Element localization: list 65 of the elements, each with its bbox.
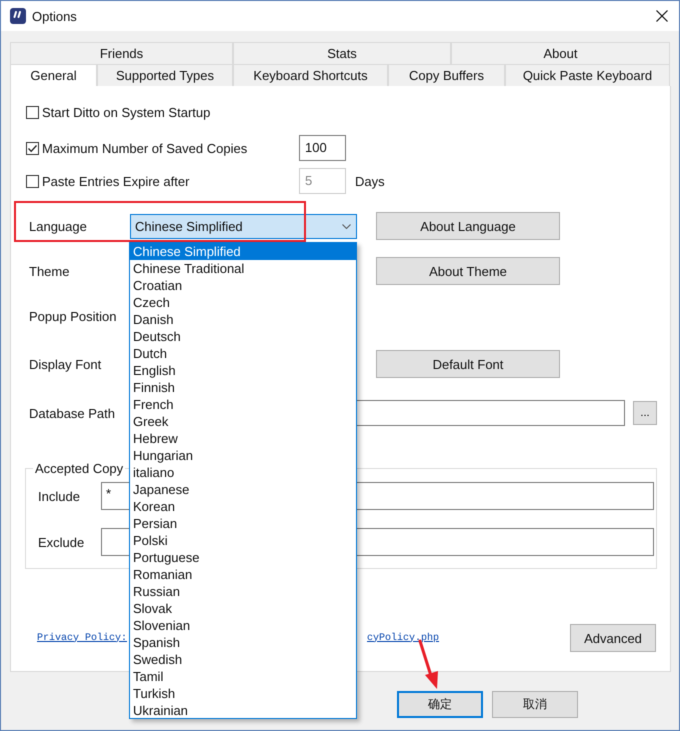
chevron-down-icon bbox=[342, 224, 351, 228]
unit-label: Days bbox=[355, 174, 385, 188]
dropdown-item[interactable]: Japanese bbox=[130, 481, 356, 498]
dropdown-item[interactable]: Croatian bbox=[130, 277, 356, 294]
setting-button[interactable]: About Theme bbox=[376, 257, 560, 285]
dropdown-item[interactable]: Chinese Simplified bbox=[130, 243, 356, 260]
dropdown-item[interactable]: Ukrainian bbox=[130, 702, 356, 719]
setting-button[interactable]: Default Font bbox=[376, 350, 560, 378]
tab[interactable]: Stats bbox=[233, 42, 451, 64]
dropdown-item[interactable]: Slovak bbox=[130, 600, 356, 617]
tab[interactable]: General bbox=[10, 64, 97, 86]
field-label: Exclude bbox=[38, 534, 86, 550]
privacy-link[interactable]: cyPolicy.php bbox=[367, 632, 440, 644]
dropdown-item[interactable]: Romanian bbox=[130, 566, 356, 583]
dropdown-item[interactable]: Dutch bbox=[130, 345, 356, 362]
checkbox[interactable] bbox=[26, 142, 39, 154]
dropdown-item[interactable]: Swedish bbox=[130, 651, 356, 668]
window-title: Options bbox=[32, 8, 78, 24]
cancel-button[interactable]: 取消 bbox=[492, 691, 578, 718]
setting-label: Theme bbox=[29, 264, 70, 278]
checkbox-label: Maximum Number of Saved Copies bbox=[42, 140, 248, 156]
dropdown-item[interactable]: Spanish bbox=[130, 634, 356, 651]
setting-label: Language bbox=[29, 218, 88, 234]
setting-label: Database Path bbox=[29, 406, 116, 420]
dropdown-item[interactable]: italiano bbox=[130, 464, 356, 481]
field-label: Include bbox=[38, 488, 81, 504]
combo-box[interactable]: Chinese Simplified bbox=[130, 214, 357, 238]
tab[interactable]: Friends bbox=[10, 42, 233, 64]
dropdown-item[interactable]: Finnish bbox=[130, 379, 356, 396]
dropdown-item[interactable]: Persian bbox=[130, 515, 356, 532]
dropdown-item[interactable]: Hungarian bbox=[130, 447, 356, 464]
setting-label: Display Font bbox=[29, 356, 102, 372]
dropdown-item[interactable]: Polski bbox=[130, 532, 356, 549]
dropdown-item[interactable]: Tamil bbox=[130, 668, 356, 685]
dropdown-item[interactable]: Russian bbox=[130, 583, 356, 600]
checkbox[interactable] bbox=[26, 106, 39, 119]
dropdown-item[interactable]: Greek bbox=[130, 413, 356, 430]
group-title: Accepted Copy bbox=[34, 461, 124, 476]
dropdown-item[interactable]: Hebrew bbox=[130, 430, 356, 447]
checkbox-label: Paste Entries Expire after bbox=[42, 174, 190, 188]
tab[interactable]: Quick Paste Keyboard bbox=[505, 64, 670, 86]
dropdown-item[interactable]: English bbox=[130, 362, 356, 379]
setting-label: Popup Position bbox=[29, 308, 118, 324]
tab[interactable]: Supported Types bbox=[97, 64, 233, 86]
setting-button[interactable]: About Language bbox=[376, 212, 560, 240]
dropdown-item[interactable]: Danish bbox=[130, 311, 356, 328]
privacy-link[interactable]: Privacy Policy: bbox=[37, 632, 128, 644]
dropdown-item[interactable]: Portuguese bbox=[130, 549, 356, 566]
tab[interactable]: Keyboard Shortcuts bbox=[233, 64, 388, 86]
number-field[interactable]: 100 bbox=[299, 135, 346, 161]
dropdown-item[interactable]: Turkish bbox=[130, 685, 356, 702]
dropdown-item[interactable]: Slovenian bbox=[130, 617, 356, 634]
browse-button[interactable]: ... bbox=[633, 401, 657, 425]
dropdown-item[interactable]: Chinese Traditional bbox=[130, 260, 356, 277]
tab[interactable]: About bbox=[451, 42, 670, 64]
tab[interactable]: Copy Buffers bbox=[388, 64, 505, 86]
ok-button[interactable]: 确定 bbox=[397, 691, 483, 718]
app-icon bbox=[10, 8, 26, 24]
dropdown-item[interactable]: Czech bbox=[130, 294, 356, 311]
advanced-button[interactable]: Advanced bbox=[570, 624, 656, 652]
dropdown-item[interactable]: French bbox=[130, 396, 356, 413]
dropdown-item[interactable]: Deutsch bbox=[130, 328, 356, 345]
close-icon[interactable] bbox=[656, 10, 668, 22]
checkbox[interactable] bbox=[26, 174, 39, 188]
checkbox-label: Start Ditto on System Startup bbox=[42, 105, 210, 120]
